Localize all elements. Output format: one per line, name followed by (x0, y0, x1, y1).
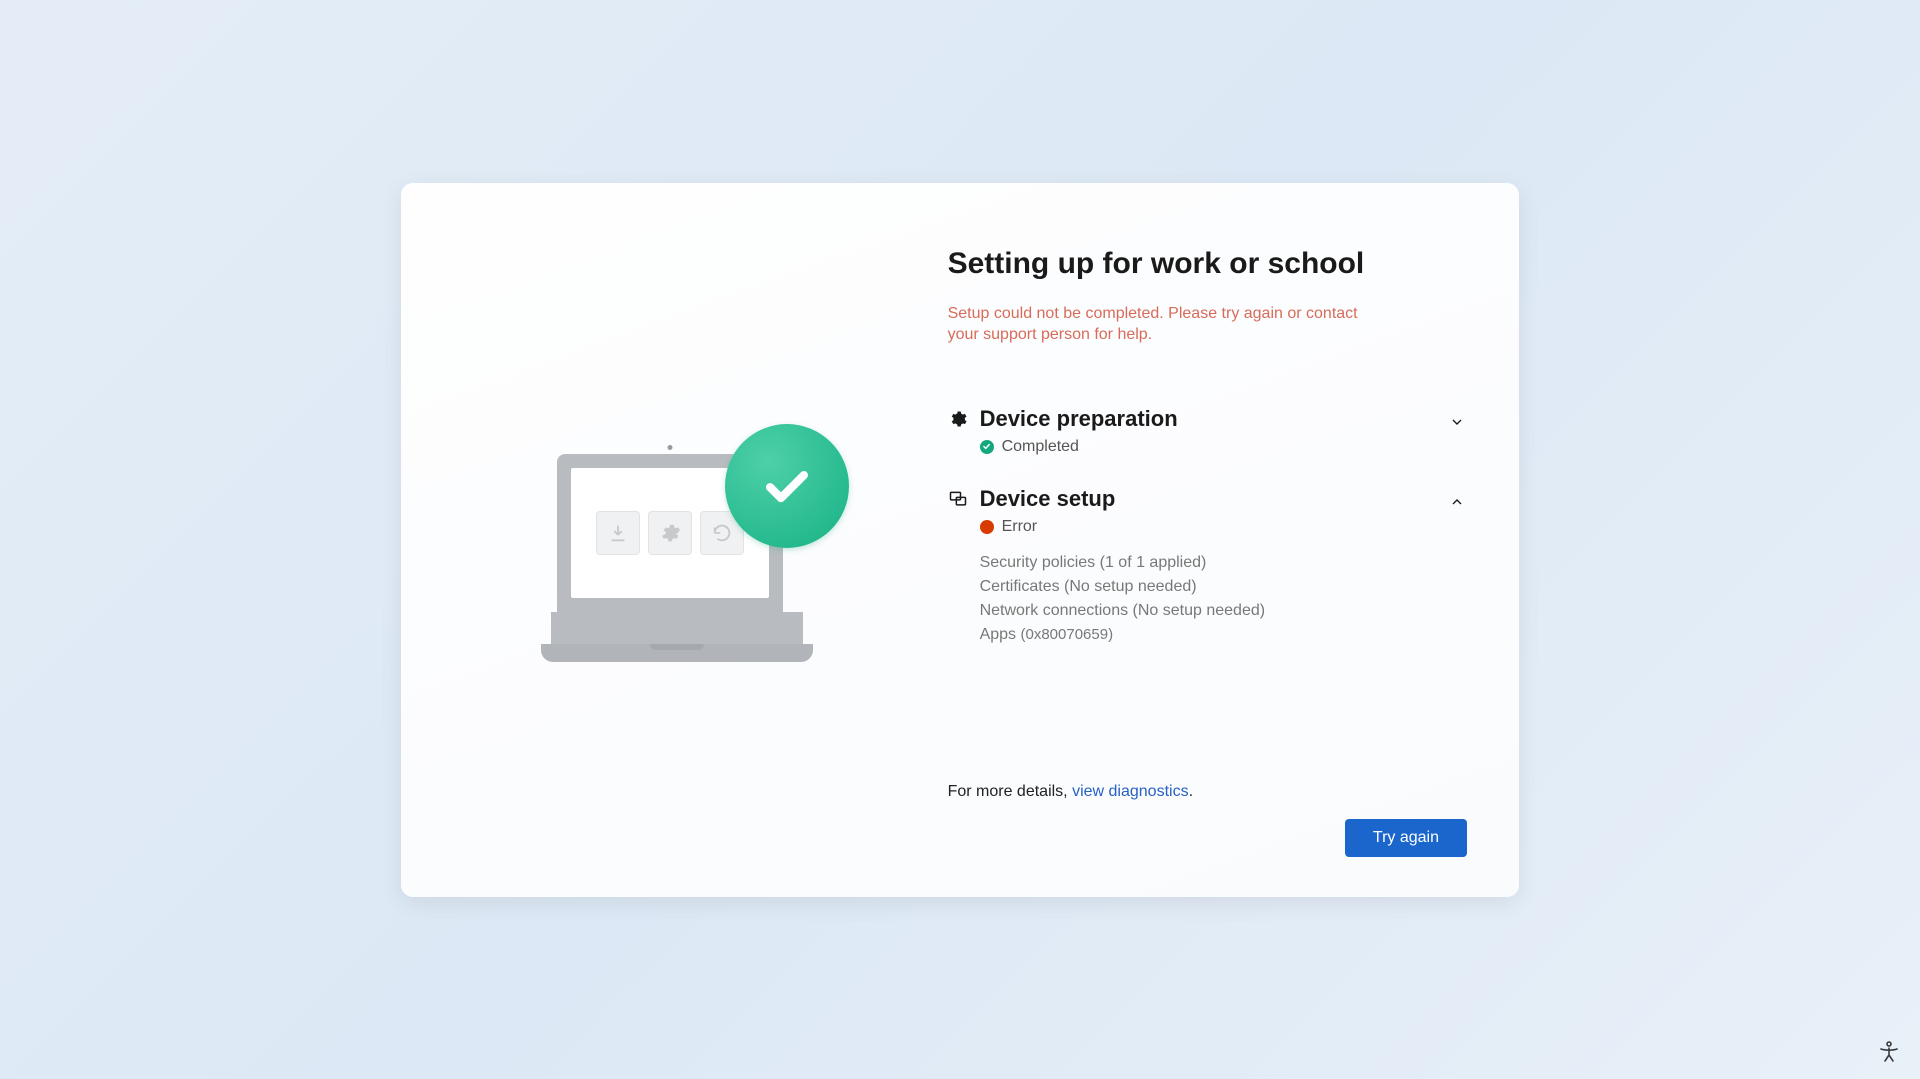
section-header-preparation[interactable]: Device preparation (948, 406, 1427, 432)
diagnostics-suffix: . (1189, 783, 1193, 800)
try-again-button[interactable]: Try again (1345, 819, 1467, 857)
accessibility-button[interactable] (1876, 1039, 1902, 1065)
status-label: Error (1002, 518, 1038, 536)
illustration-pane (453, 247, 930, 857)
check-circle-icon (980, 440, 994, 454)
footer: For more details, view diagnostics. Try … (948, 783, 1467, 857)
devices-icon (948, 489, 968, 509)
laptop-illustration (541, 442, 841, 662)
laptop-hinge (551, 612, 803, 644)
section-title: Device setup (980, 486, 1116, 512)
section-device-setup: Device setup Error Security policies (1 … (948, 486, 1467, 650)
page-title: Setting up for work or school (948, 247, 1467, 281)
gear-settings-icon (948, 409, 968, 429)
detail-certificates: Certificates (No setup needed) (980, 578, 1427, 596)
view-diagnostics-link[interactable]: view diagnostics (1072, 783, 1189, 800)
error-dot-icon (980, 520, 994, 534)
content-pane: Setting up for work or school Setup coul… (930, 247, 1467, 857)
download-icon (596, 511, 640, 555)
chevron-up-icon (1447, 492, 1467, 512)
detail-network: Network connections (No setup needed) (980, 602, 1427, 620)
error-message: Setup could not be completed. Please try… (948, 303, 1368, 346)
detail-apps-code: (0x80070659) (1021, 626, 1114, 643)
detail-security-policies: Security policies (1 of 1 applied) (980, 554, 1427, 572)
diagnostics-prefix: For more details, (948, 783, 1072, 800)
laptop-base (541, 644, 813, 662)
section-title: Device preparation (980, 406, 1178, 432)
status-label: Completed (1002, 438, 1079, 456)
detail-apps-label: Apps (980, 626, 1016, 643)
setup-card: Setting up for work or school Setup coul… (401, 183, 1519, 897)
chevron-down-icon (1447, 412, 1467, 432)
detail-apps: Apps (0x80070659) (980, 626, 1427, 644)
section-header-setup[interactable]: Device setup (948, 486, 1427, 512)
setup-details: Security policies (1 of 1 applied) Certi… (980, 554, 1427, 644)
section-device-preparation: Device preparation Completed (948, 406, 1467, 456)
diagnostics-line: For more details, view diagnostics. (948, 783, 1467, 801)
status-row-preparation: Completed (980, 438, 1427, 456)
gear-icon (648, 511, 692, 555)
checkmark-badge-icon (725, 424, 849, 548)
status-row-setup: Error (980, 518, 1427, 536)
laptop-camera (668, 445, 673, 450)
